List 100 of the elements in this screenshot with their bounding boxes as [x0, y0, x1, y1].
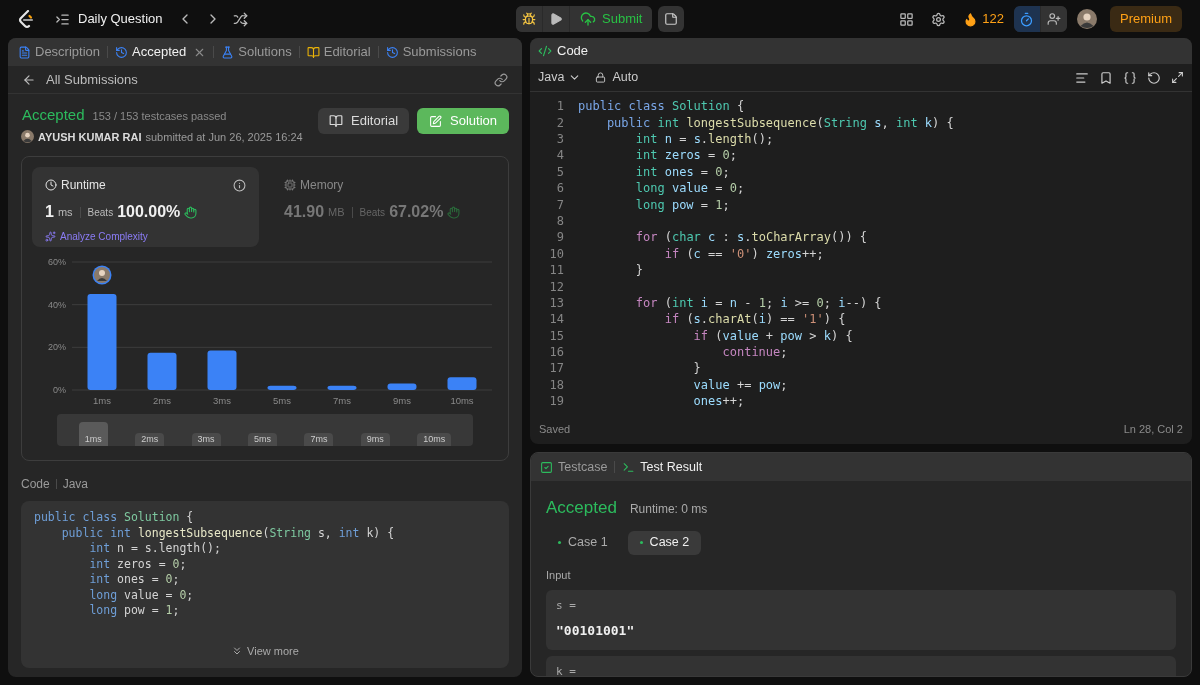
panel-tab[interactable]: Test Result: [622, 457, 703, 477]
runtime-text: Runtime: 0 ms: [629, 501, 708, 518]
code-line[interactable]: for (int i = n - 1; i >= 0; i--) {: [578, 293, 882, 312]
range-label[interactable]: 2ms: [135, 432, 165, 446]
code-line[interactable]: }: [578, 359, 701, 378]
link-icon[interactable]: [494, 72, 508, 87]
range-label[interactable]: 9ms: [360, 432, 390, 446]
param-name: s =: [556, 598, 577, 614]
bar: [387, 383, 417, 390]
format-icon[interactable]: [1075, 70, 1089, 85]
auto-mode[interactable]: Auto: [595, 68, 639, 87]
shuffle-icon[interactable]: [232, 11, 248, 27]
panel-tab[interactable]: Solutions: [221, 42, 292, 62]
code-line[interactable]: int n = s.length();: [578, 130, 774, 148]
settings-icon[interactable]: [931, 11, 947, 27]
bar: [327, 385, 357, 390]
range-label[interactable]: 7ms: [304, 432, 334, 446]
testcases-text: 153 / 153 testcases passed: [92, 109, 227, 124]
language-select[interactable]: Java: [538, 68, 582, 87]
code-line: int n = s.length();: [88, 541, 221, 557]
expand-icon[interactable]: [1171, 71, 1184, 84]
code-line[interactable]: public class Solution {: [578, 97, 745, 116]
code-line[interactable]: public int longestSubsequence(String s, int k) {: [578, 113, 954, 132]
case-tab[interactable]: Case 1: [546, 530, 620, 555]
back-link[interactable]: All Submissions: [22, 69, 138, 90]
line-number: 16: [548, 344, 564, 362]
notes-button[interactable]: [658, 6, 685, 32]
clap-icon: [447, 205, 461, 219]
code-line[interactable]: int ones = 0;: [578, 162, 730, 181]
cloud-upload-icon: [580, 11, 596, 27]
premium-button[interactable]: Premium: [1110, 6, 1182, 32]
timer-button[interactable]: [1014, 6, 1040, 32]
range-label[interactable]: 5ms: [247, 432, 277, 446]
range-selector[interactable]: 1ms 2ms 3ms 5ms 7ms 9ms 10ms: [57, 414, 473, 446]
metric-unit: ms: [57, 204, 73, 220]
streak-counter[interactable]: 122: [963, 9, 1004, 29]
metric-card[interactable]: Memory 41.90 MB Beats 67.02%: [271, 167, 498, 247]
info-icon[interactable]: [233, 178, 246, 192]
code-line[interactable]: continue;: [578, 343, 788, 362]
panel-tab[interactable]: Accepted: [115, 42, 207, 62]
bar: [447, 377, 477, 390]
panel-tab[interactable]: Editorial: [306, 42, 371, 62]
panel-tab[interactable]: Description: [18, 42, 101, 62]
code-line[interactable]: long value = 0;: [578, 179, 745, 198]
line-number: 10: [548, 245, 564, 263]
axis-label: 3ms: [213, 395, 231, 406]
code-line[interactable]: int zeros = 0;: [578, 146, 737, 165]
code-line[interactable]: if (c == '0') zeros++;: [578, 244, 824, 263]
bookmark-icon[interactable]: [1099, 70, 1113, 85]
bar: [267, 385, 297, 390]
axis-label: 7ms: [333, 395, 351, 406]
metric-card[interactable]: Runtime 1 ms Beats 100.00% Analyze Complexity: [32, 167, 259, 247]
line-number: 12: [548, 278, 564, 296]
submit-button[interactable]: Submit: [570, 6, 653, 32]
code-line: public class Solution {: [34, 510, 194, 526]
code-line[interactable]: for (char c : s.toCharArray()) {: [578, 228, 868, 247]
line-number: 17: [548, 360, 564, 378]
line-number: 1: [555, 98, 564, 116]
user-name[interactable]: AYUSH KUMAR RAI: [38, 128, 142, 145]
user-plus-icon: [1047, 12, 1061, 26]
line-number: 4: [555, 147, 564, 165]
range-label[interactable]: 1ms: [78, 421, 108, 446]
invite-button[interactable]: [1041, 6, 1067, 32]
lock-icon: [595, 72, 607, 83]
analyze-complexity-link[interactable]: Analyze Complexity: [45, 229, 246, 244]
view-more-button[interactable]: View more: [231, 642, 299, 659]
reset-icon[interactable]: [1147, 70, 1161, 85]
code-line[interactable]: long pow = 1;: [578, 195, 730, 214]
code-line[interactable]: if (s.charAt(i) == '1') {: [578, 310, 846, 329]
problem-list-button[interactable]: Daily Question: [55, 9, 163, 29]
range-label[interactable]: 3ms: [191, 432, 221, 446]
debug-button[interactable]: [516, 6, 542, 32]
code-line: long pow = 1;: [88, 603, 180, 619]
beats-value: 67.02%: [389, 202, 444, 222]
code-line[interactable]: if (value + pow > k) {: [578, 326, 853, 345]
case-tab[interactable]: Case 2: [627, 530, 702, 555]
terminal-icon: [622, 460, 636, 474]
panel-tab[interactable]: Submissions: [385, 42, 477, 62]
tab-icon: [115, 45, 129, 59]
editorial-button[interactable]: Editorial: [318, 108, 409, 134]
line-number: 5: [555, 163, 564, 181]
code-line[interactable]: ones++;: [578, 392, 745, 411]
code-icon: [538, 44, 552, 58]
metric-title: Memory: [300, 177, 344, 194]
beats-label: Beats: [359, 205, 386, 220]
axis-label: 40%: [48, 299, 66, 310]
panel-tab[interactable]: Testcase: [540, 457, 608, 477]
pen-icon: [429, 114, 442, 128]
line-number: 11: [548, 262, 564, 280]
avatar-icon: [1077, 9, 1097, 29]
braces-icon[interactable]: [1123, 70, 1137, 85]
code-line[interactable]: value += pow;: [578, 375, 788, 394]
code-line: long value = 0;: [88, 587, 194, 603]
range-label[interactable]: 10ms: [417, 432, 452, 446]
logo-icon[interactable]: [18, 9, 34, 29]
code-line[interactable]: }: [578, 261, 644, 280]
sparkles-icon: [45, 231, 56, 242]
panel-title: Code: [557, 42, 589, 61]
run-button[interactable]: [543, 6, 569, 32]
layout-icon[interactable]: [899, 11, 915, 27]
